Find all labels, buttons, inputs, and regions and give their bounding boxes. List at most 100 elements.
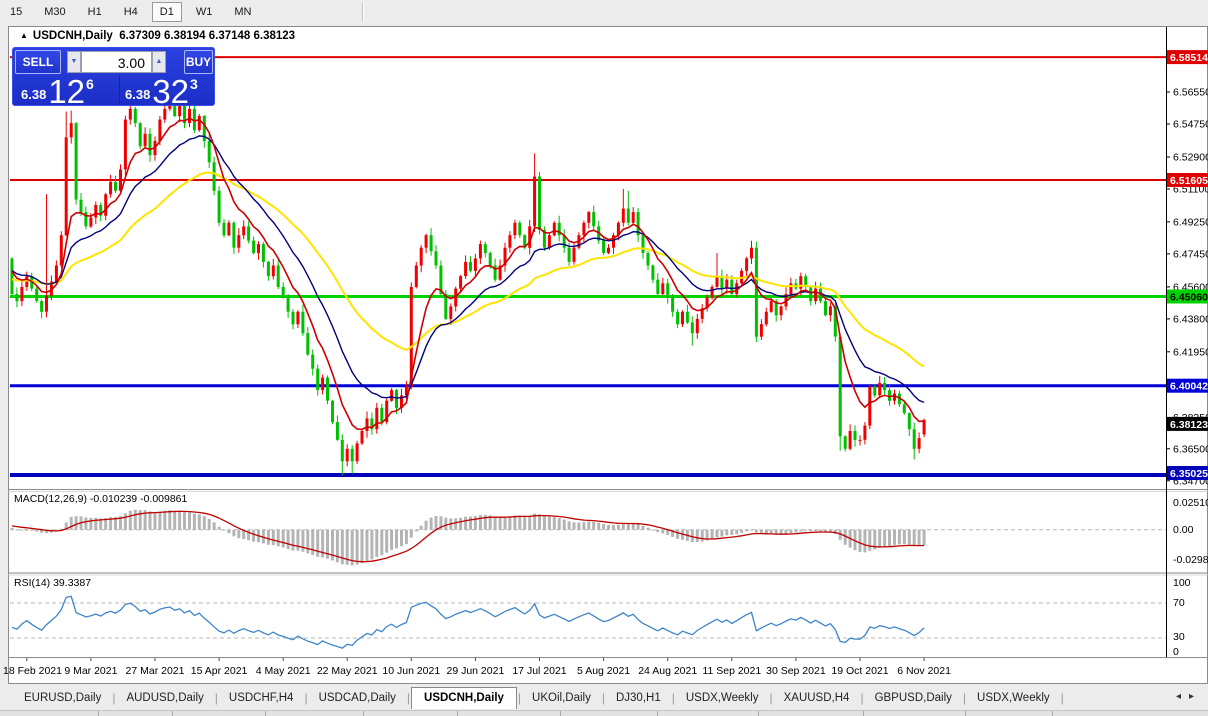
macd-bar	[642, 526, 645, 530]
sell-button[interactable]: SELL	[15, 50, 61, 74]
candle-bear	[755, 248, 758, 337]
candle-bull	[158, 120, 161, 141]
candle-bull	[242, 226, 245, 235]
macd-bar	[494, 517, 497, 530]
macd-bar	[789, 530, 792, 533]
chart-tab-eurusd-daily[interactable]: EURUSD,Daily	[14, 689, 111, 707]
macd-bar	[883, 530, 886, 547]
price-axis-drag-area[interactable]	[1167, 27, 1208, 657]
chart-tab-xauusd-h4[interactable]: XAUUSD,H4	[774, 689, 860, 707]
candle-bear	[218, 191, 221, 223]
macd-bar	[868, 530, 871, 551]
chart-tabbar: EURUSD,Daily|AUDUSD,Daily|USDCHF,H4|USDC…	[0, 686, 1208, 710]
macd-bar	[888, 530, 891, 546]
volume-input[interactable]: 3.00	[81, 51, 152, 73]
timeframe-button-h1[interactable]: H1	[80, 2, 110, 22]
chart-tab-audusd-daily[interactable]: AUDUSD,Daily	[116, 689, 213, 707]
macd-bar	[227, 530, 230, 534]
macd-bar	[479, 515, 482, 530]
macd-bar	[444, 518, 447, 530]
chart-tab-gbpusd-daily[interactable]: GBPUSD,Daily	[865, 689, 962, 707]
candle-bull	[198, 116, 201, 130]
macd-bar	[898, 530, 901, 545]
candle-bear	[395, 390, 398, 408]
candle-bull	[632, 212, 635, 223]
candle-bear	[489, 253, 492, 266]
candle-bull	[227, 223, 230, 236]
candle-bear	[913, 429, 916, 449]
candle-bull	[789, 283, 792, 294]
macd-bar	[819, 530, 822, 532]
macd-bar	[804, 530, 807, 531]
macd-bar	[513, 515, 516, 529]
toolbar-separator	[362, 2, 364, 22]
chart-tab-usdcnh-daily[interactable]: USDCNH,Daily	[411, 687, 517, 709]
ask-price-display[interactable]: 6.38 32 3	[125, 75, 198, 106]
macd-bar	[134, 510, 137, 530]
candle-bull	[449, 306, 452, 319]
candle-bear	[351, 449, 354, 462]
candle-bull	[553, 223, 556, 236]
volume-increase-button[interactable]: ▲	[152, 51, 166, 73]
chart-tab-usdx-weekly[interactable]: USDX,Weekly	[676, 689, 769, 707]
chart-tab-dj30-h1[interactable]: DJ30,H1	[606, 689, 671, 707]
candle-bear	[430, 235, 433, 251]
tab-scroll-left-icon[interactable]: ◂	[1176, 691, 1189, 702]
macd-bar	[178, 511, 181, 530]
candle-bear	[839, 337, 842, 437]
macd-bar	[89, 518, 92, 530]
timeframe-button-mn[interactable]: MN	[226, 2, 259, 22]
macd-bar	[701, 530, 704, 542]
candle-bull	[296, 312, 299, 325]
candle-bull	[716, 276, 719, 287]
macd-bar	[794, 530, 797, 533]
macd-bar	[188, 512, 191, 530]
candle-bull	[124, 120, 127, 170]
macd-bar	[277, 530, 280, 547]
x-axis-tick-label: 19 Oct 2021	[831, 665, 888, 677]
candle-bear	[326, 378, 329, 401]
macd-bar	[168, 510, 171, 530]
one-click-trade-panel: SELL ▼ 3.00 ▲ BUY 6.38 12 6 6.38 32 3	[12, 47, 215, 106]
macd-bar	[720, 530, 723, 537]
chart-tab-ukoil-daily[interactable]: UKOil,Daily	[522, 689, 601, 707]
macd-bar	[528, 516, 531, 530]
candle-bear	[666, 283, 669, 297]
macd-bar	[903, 530, 906, 545]
macd-bar	[420, 526, 423, 530]
macd-bar	[622, 524, 625, 530]
timeframe-button-m30[interactable]: M30	[36, 2, 73, 22]
timeframe-button-h4[interactable]: H4	[116, 2, 146, 22]
candle-bull	[923, 420, 926, 435]
macd-bar	[563, 520, 566, 530]
timeframe-button-15[interactable]: 15	[2, 2, 30, 22]
chart-ohlc-values: 6.37309 6.38194 6.37148 6.38123	[119, 30, 295, 42]
macd-bar	[198, 514, 201, 529]
candle-bull	[272, 266, 275, 277]
tab-scroll-arrows[interactable]: ◂▸	[1176, 691, 1202, 702]
macd-bar	[587, 522, 590, 530]
chart-tab-usdx-weekly[interactable]: USDX,Weekly	[967, 689, 1060, 707]
macd-bar	[301, 530, 304, 552]
bid-price-display[interactable]: 6.38 12 6	[21, 75, 94, 106]
candle-bear	[306, 333, 309, 354]
candle-bull	[918, 438, 921, 449]
timeframe-button-d1[interactable]: D1	[152, 2, 182, 22]
buy-button[interactable]: BUY	[184, 50, 213, 74]
candle-bear	[568, 248, 571, 262]
chart-tab-usdcad-daily[interactable]: USDCAD,Daily	[309, 689, 406, 707]
candle-bull	[513, 223, 516, 236]
candle-bull	[257, 244, 260, 253]
chart-tab-usdchf-h4[interactable]: USDCHF,H4	[219, 689, 304, 707]
macd-bar	[632, 524, 635, 530]
macd-bar	[237, 530, 240, 538]
candle-bull	[425, 235, 428, 248]
x-axis-tick-label: 4 May 2021	[256, 665, 311, 677]
candle-bull	[188, 109, 191, 123]
tab-scroll-right-icon[interactable]: ▸	[1189, 691, 1202, 702]
status-bar	[0, 710, 1208, 716]
timeframe-button-w1[interactable]: W1	[188, 2, 221, 22]
candle-bull	[863, 426, 866, 440]
macd-bar	[548, 517, 551, 530]
volume-decrease-button[interactable]: ▼	[67, 51, 81, 73]
